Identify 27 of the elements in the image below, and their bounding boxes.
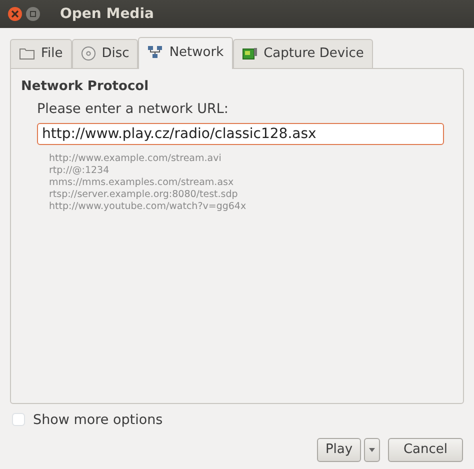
maximize-icon [30,11,36,17]
example-url: rtp://@:1234 [49,164,110,177]
dropdown-button[interactable] [364,438,380,462]
checkbox-label: Show more options [33,410,163,430]
folder-icon [19,47,35,60]
example-url: http://www.example.com/stream.avi [49,152,222,165]
tab[interactable]: Disc [72,39,138,68]
maximize-button[interactable] [26,7,40,21]
network-icon [147,45,164,60]
checkbox[interactable] [12,413,25,426]
caret-icon [369,448,375,452]
cancel-button[interactable]: Cancel [388,438,463,462]
example-url: mms://mms.examples.com/stream.asx [49,176,234,189]
close-button[interactable] [8,7,22,21]
capture-card-icon [242,46,258,61]
example-url: http://www.youtube.com/watch?v=gg64x [49,200,246,213]
play-button[interactable]: Play [317,438,361,462]
example-url: rtsp://server.example.org:8080/test.sdp [49,188,238,201]
tab[interactable]: File [10,39,72,68]
disc-icon [80,46,96,62]
window-title: Open Media [60,4,154,24]
section-heading: Network Protocol [21,78,149,96]
url-field[interactable]: http://www.play.cz/radio/classic128.asx [37,122,444,145]
tab[interactable]: Network [138,37,233,68]
close-icon [11,10,19,18]
tab[interactable]: Capture Device [232,39,373,68]
prompt-label: Please enter a network URL: [37,100,228,120]
